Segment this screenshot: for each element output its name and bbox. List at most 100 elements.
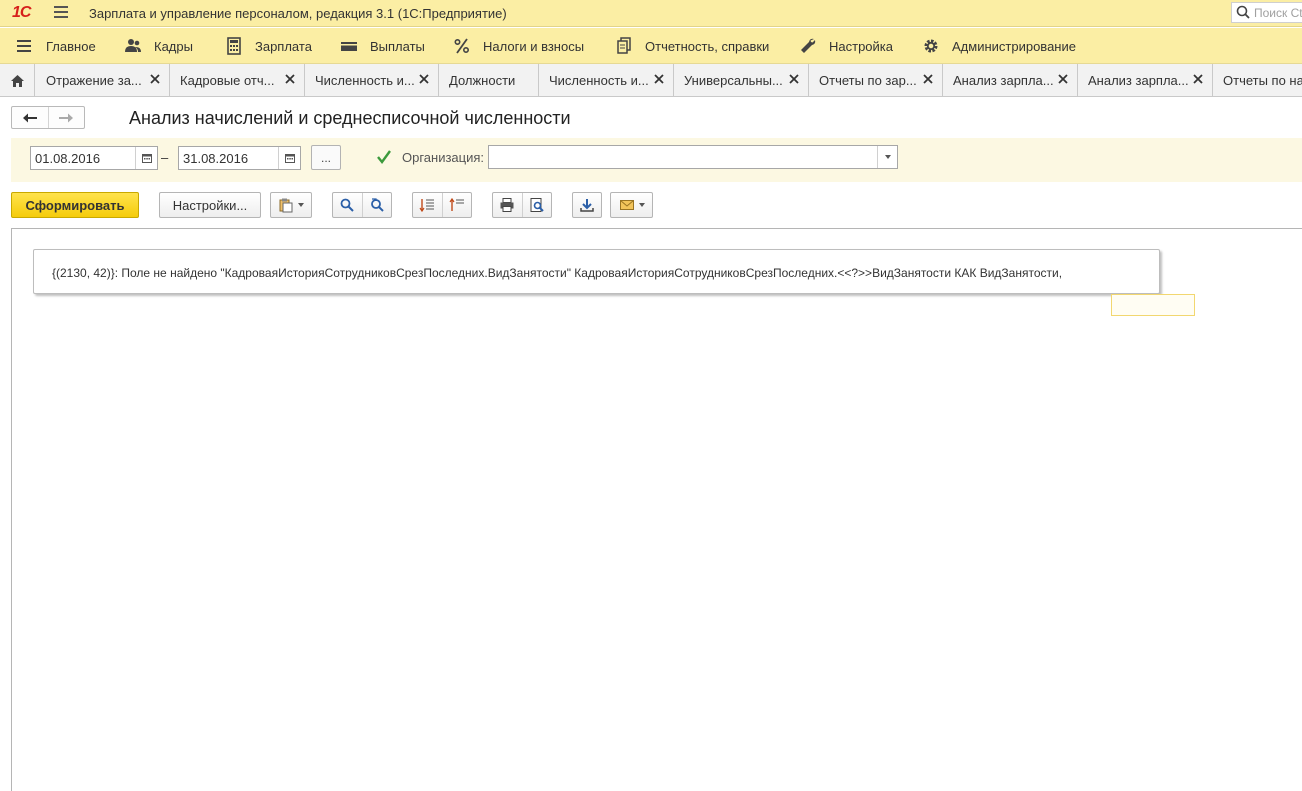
menu-item-main[interactable]: Главное	[16, 28, 96, 64]
main-menu-icon[interactable]	[54, 6, 68, 18]
forward-button[interactable]	[47, 107, 84, 128]
variants-button[interactable]	[270, 192, 312, 218]
list-icon	[16, 37, 34, 55]
print-buttons-group	[492, 192, 552, 218]
organization-checkbox[interactable]	[376, 149, 392, 165]
menu-item-label: Отчетность, справки	[645, 38, 770, 54]
arrow-left-icon	[22, 113, 37, 122]
error-message-text: {(2130, 42)}: Поле не найдено "КадроваяИ…	[52, 266, 1063, 280]
tab-item[interactable]: Кадровые отч...	[170, 64, 305, 97]
menu-item-label: Кадры	[154, 38, 193, 54]
tab-item[interactable]: Должности	[439, 64, 539, 97]
menu-item-administration[interactable]: Администрирование	[922, 28, 1076, 64]
close-icon[interactable]	[653, 73, 665, 85]
tab-item[interactable]: Анализ зарпла...	[943, 64, 1078, 97]
tab-item[interactable]: Анализ зарпла...	[1078, 64, 1213, 97]
close-icon[interactable]	[149, 73, 161, 85]
calendar-icon	[284, 154, 295, 163]
find-next-button[interactable]	[363, 197, 392, 213]
search-icon	[1236, 5, 1250, 19]
date-to-calendar-button[interactable]	[278, 147, 300, 169]
expand-groups-button[interactable]	[413, 197, 442, 213]
documents-icon	[615, 37, 633, 55]
navigation-buttons	[11, 106, 85, 129]
chevron-down-icon	[298, 203, 304, 207]
collapse-groups-button[interactable]	[443, 197, 472, 213]
organization-field[interactable]	[488, 145, 898, 169]
tab-label: Анализ зарпла...	[1088, 73, 1189, 88]
back-button[interactable]	[12, 107, 48, 128]
close-icon[interactable]	[788, 73, 800, 85]
search-input[interactable]: Поиск Ctrl+Shift+F	[1231, 2, 1302, 23]
generate-report-button[interactable]: Сформировать	[11, 192, 139, 218]
menu-item-label: Выплаты	[370, 38, 425, 54]
tab-label: Отражение за...	[46, 73, 142, 88]
gear-icon	[922, 37, 940, 55]
report-parameters-panel: 01.08.2016 – 31.08.2016 ... Организация:	[11, 138, 1302, 182]
title-bar: 1С Зарплата и управление персоналом, ред…	[0, 0, 1302, 27]
tab-home[interactable]	[0, 64, 35, 97]
tab-label: Численность и...	[315, 73, 415, 88]
menu-item-label: Главное	[46, 38, 96, 54]
organization-dropdown-button[interactable]	[877, 146, 897, 168]
select-period-button[interactable]: ...	[311, 145, 341, 170]
menu-item-salary[interactable]: Зарплата	[225, 28, 312, 64]
chevron-down-icon	[884, 155, 891, 159]
tab-label: Отчеты по зар...	[819, 73, 917, 88]
wallet-icon	[340, 37, 358, 55]
tab-label: Численность и...	[549, 73, 649, 88]
date-from-calendar-button[interactable]	[135, 147, 157, 169]
tab-label: Отчеты по на	[1223, 73, 1302, 88]
report-spreadsheet[interactable]	[11, 228, 1302, 791]
date-range-separator: –	[161, 150, 169, 165]
menu-item-taxes[interactable]: Налоги и взносы	[453, 28, 584, 64]
app-logo[interactable]: 1С	[12, 4, 31, 22]
tab-item[interactable]: Отражение за...	[36, 64, 170, 97]
close-icon[interactable]	[922, 73, 934, 85]
print-preview-button[interactable]	[523, 197, 552, 213]
percent-icon	[453, 37, 471, 55]
organization-label: Организация:	[402, 150, 485, 165]
tab-label: Кадровые отч...	[180, 73, 275, 88]
tab-item[interactable]: Численность и...	[305, 64, 439, 97]
date-to-value: 31.08.2016	[183, 151, 249, 166]
clipboard-icon	[279, 198, 293, 213]
tab-item[interactable]: Отчеты по зар...	[809, 64, 943, 97]
selected-cell[interactable]	[1111, 294, 1195, 316]
calendar-icon	[141, 154, 152, 163]
send-email-button[interactable]	[610, 192, 653, 218]
home-icon	[10, 74, 24, 87]
error-message-box: {(2130, 42)}: Поле не найдено "КадроваяИ…	[33, 249, 1160, 294]
people-icon	[124, 37, 142, 55]
menu-item-settings[interactable]: Настройка	[799, 28, 893, 64]
tab-item[interactable]: Отчеты по на	[1213, 64, 1302, 97]
date-from-field[interactable]: 01.08.2016	[30, 146, 158, 170]
menu-item-label: Настройка	[829, 38, 893, 54]
expand-levels-icon	[419, 199, 435, 213]
open-tabs-bar: Отражение за... Кадровые отч... Численно…	[0, 64, 1302, 97]
menu-item-hr[interactable]: Кадры	[124, 28, 193, 64]
menu-item-label: Администрирование	[952, 38, 1076, 54]
save-report-button[interactable]	[572, 192, 602, 218]
envelope-icon	[619, 200, 634, 210]
wrench-icon	[799, 37, 817, 55]
settings-button[interactable]: Настройки...	[159, 192, 261, 218]
menu-item-label: Зарплата	[255, 38, 312, 54]
print-button[interactable]	[493, 197, 522, 213]
close-icon[interactable]	[418, 73, 430, 85]
search-placeholder: Поиск Ctrl+Shift+F	[1254, 6, 1302, 20]
date-to-field[interactable]: 31.08.2016	[178, 146, 301, 170]
tab-label: Универсальны...	[684, 73, 783, 88]
tab-item[interactable]: Численность и...	[539, 64, 674, 97]
search-buttons-group	[332, 192, 392, 218]
close-icon[interactable]	[284, 73, 296, 85]
menu-item-reporting[interactable]: Отчетность, справки	[615, 28, 769, 64]
search-refresh-icon	[370, 198, 384, 212]
find-button[interactable]	[333, 197, 362, 213]
tab-item[interactable]: Универсальны...	[674, 64, 809, 97]
menu-item-payments[interactable]: Выплаты	[340, 28, 425, 64]
section-menu: Главное Кадры Зарплата Выплаты Налоги и …	[0, 28, 1302, 64]
group-level-buttons	[412, 192, 472, 218]
close-icon[interactable]	[1192, 73, 1204, 85]
close-icon[interactable]	[1057, 73, 1069, 85]
